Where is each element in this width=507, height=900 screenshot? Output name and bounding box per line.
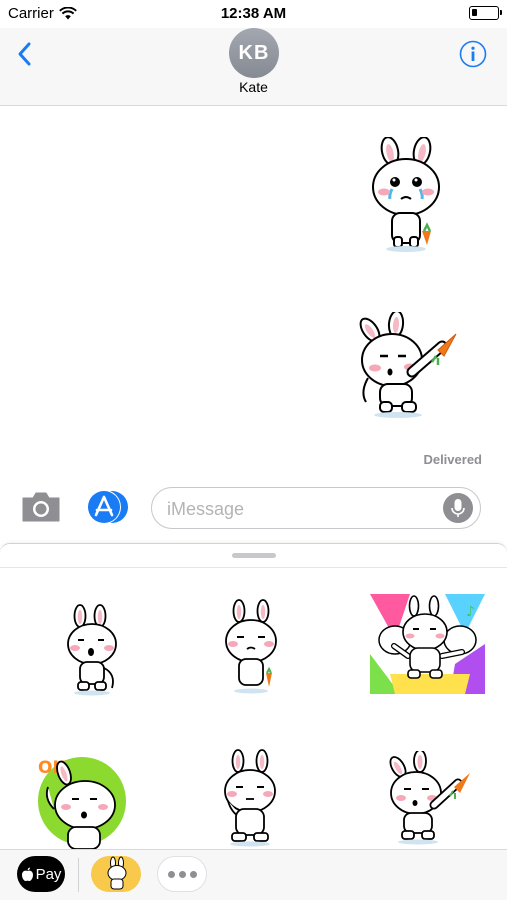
sticker-cell-ok-bunny[interactable]: OK xyxy=(30,749,130,849)
status-bar: Carrier 12:38 AM xyxy=(0,0,507,28)
contact-name[interactable]: Kate xyxy=(0,79,507,95)
sticker-cell-laughing-bunny[interactable] xyxy=(62,604,124,696)
message-field[interactable] xyxy=(151,487,481,529)
drawer-divider xyxy=(0,567,507,568)
sticker-drawer: ♪ OK xyxy=(0,543,507,849)
svg-text:♪: ♪ xyxy=(466,604,475,620)
delivery-status: Delivered xyxy=(423,452,482,467)
app-store-button[interactable] xyxy=(86,489,130,525)
message-thread: Delivered xyxy=(0,107,507,472)
chevron-left-icon xyxy=(18,42,31,66)
sticker-message-pointing-bunny[interactable] xyxy=(350,312,462,420)
app-strip: Pay xyxy=(0,849,507,900)
drawer-handle[interactable] xyxy=(232,553,276,558)
sticker-cell-dancing-bunnies[interactable]: ♪ xyxy=(370,594,485,694)
back-button[interactable] xyxy=(12,38,40,70)
microphone-icon xyxy=(451,499,465,517)
sticker-app-button[interactable] xyxy=(91,856,141,892)
info-icon xyxy=(459,40,487,68)
apple-pay-label: Pay xyxy=(35,865,62,883)
apple-logo-icon xyxy=(21,867,33,881)
compose-bar xyxy=(0,478,507,538)
conversation-header: KB Kate xyxy=(0,28,507,106)
more-apps-button[interactable] xyxy=(157,856,207,892)
microphone-button[interactable] xyxy=(443,493,473,523)
contact-avatar[interactable]: KB xyxy=(229,28,279,78)
ellipsis-icon xyxy=(167,870,175,878)
sticker-cell-thinking-bunny[interactable] xyxy=(218,749,282,847)
camera-button[interactable] xyxy=(20,490,62,524)
camera-icon xyxy=(22,492,60,522)
info-button[interactable] xyxy=(459,40,487,68)
bunny-sticker-app-icon xyxy=(107,856,127,890)
app-store-icon xyxy=(87,490,128,524)
apple-pay-button[interactable]: Pay xyxy=(17,856,65,892)
clock: 12:38 AM xyxy=(220,5,287,22)
sticker-cell-grumpy-bunny[interactable] xyxy=(220,599,282,695)
battery-icon xyxy=(469,6,502,20)
sticker-message-crying-bunny[interactable] xyxy=(362,137,450,253)
app-strip-separator xyxy=(78,858,79,892)
sticker-cell-pointing-bunny[interactable] xyxy=(382,751,474,846)
message-input[interactable] xyxy=(167,497,437,521)
